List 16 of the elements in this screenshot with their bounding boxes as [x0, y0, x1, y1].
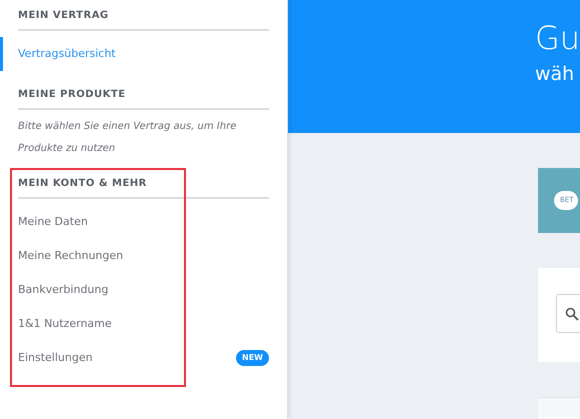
nav-link-item[interactable]: Bankverbindung: [18, 273, 269, 307]
nav-link-item[interactable]: Vertragsübersicht: [0, 37, 269, 71]
nav-link-item[interactable]: Meine Daten: [18, 205, 269, 239]
section-heading: MEIN KONTO & MEHR: [18, 176, 269, 199]
greeting-title: Gu: [535, 18, 580, 58]
new-badge: NEW: [236, 350, 269, 366]
search-field[interactable]: [556, 294, 580, 333]
nav-link-item[interactable]: Meine Rechnungen: [18, 239, 269, 273]
search-icon: [565, 306, 579, 320]
header-subtitle: wäh: [535, 62, 576, 87]
section-heading: MEIN VERTRAG: [18, 8, 269, 31]
section-heading: MEINE PRODUKTE: [18, 87, 269, 110]
nav-link-label: Einstellungen: [18, 350, 93, 366]
nav-link-item[interactable]: Einstellungen NEW: [18, 341, 269, 375]
section-note: Bitte wählen Sie einen Vertrag aus, um Ihre Produkte zu nutzen: [18, 120, 238, 156]
nav-link-item[interactable]: 1&1 Nutzername: [18, 307, 269, 341]
